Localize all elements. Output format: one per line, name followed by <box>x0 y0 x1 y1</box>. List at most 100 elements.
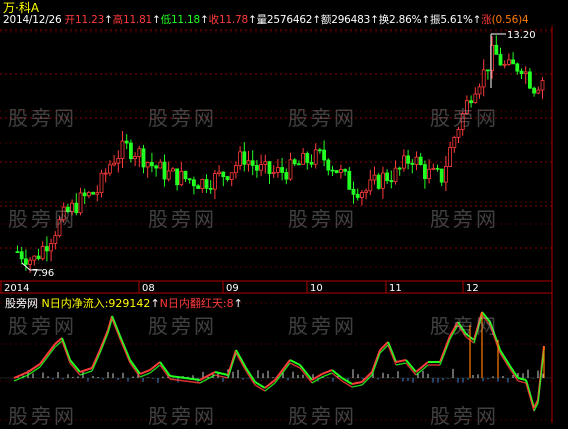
candle-body <box>355 193 360 198</box>
high-label: 高 <box>112 14 124 26</box>
turnover-label: 换 <box>378 14 390 26</box>
up-arrow-icon: ↑ <box>370 14 379 26</box>
indicator-line-segment <box>13 371 29 379</box>
candle-body <box>250 160 255 166</box>
month-label: 11 <box>389 283 402 294</box>
amplitude-value: 5.61% <box>440 14 473 26</box>
candle-body <box>221 171 226 178</box>
watermark: 股旁网 <box>148 106 217 130</box>
indicator-line-segment <box>111 318 121 340</box>
indicator-line-segment <box>159 364 171 380</box>
candle-body <box>385 172 390 181</box>
close-label: 收 <box>208 14 220 26</box>
candle-body <box>347 170 352 190</box>
quote-date: 2014/12/26 <box>3 14 62 26</box>
close-value: 11.78 <box>218 14 248 26</box>
volume-value: 2576462 <box>266 14 313 26</box>
candle-body <box>422 164 427 180</box>
candle-body <box>145 161 150 168</box>
high-value: 11.81 <box>122 14 153 26</box>
candle-body <box>292 159 297 165</box>
candle-body <box>536 89 541 94</box>
candle-body <box>477 86 482 95</box>
up-arrow-icon: ↑ <box>421 14 430 26</box>
candle-body <box>439 168 444 183</box>
volume-label: 量 <box>256 14 268 26</box>
candle-body <box>112 162 116 166</box>
candle-body <box>170 168 175 172</box>
up-arrow-icon: ↑ <box>312 14 321 26</box>
indicator-line-segment <box>39 346 56 368</box>
candle-body <box>242 151 247 165</box>
candle-body <box>99 172 104 194</box>
indicator-legend: 股旁网 N日内净流入:929142↑N日内翻红天:8↑ <box>5 295 243 311</box>
indicator-line-segment <box>91 349 101 369</box>
candle-body <box>191 179 196 187</box>
candle-body <box>87 192 91 197</box>
candle-body <box>515 63 520 72</box>
candle-body <box>175 168 180 186</box>
candle-body <box>108 164 112 174</box>
candle-body <box>120 140 125 160</box>
candle-body <box>95 192 100 195</box>
candle-body <box>267 161 272 174</box>
candle-body <box>49 243 53 252</box>
candle-body <box>343 169 348 172</box>
candle-body <box>154 165 159 169</box>
candle-body <box>45 246 49 252</box>
candle-body <box>427 168 432 180</box>
month-label: 12 <box>466 283 479 294</box>
candle-body <box>410 162 415 165</box>
month-label: 2014 <box>4 283 29 294</box>
watermark: 股旁网 <box>148 314 217 338</box>
candle-body <box>401 155 406 169</box>
indicator-line-segment <box>227 352 237 379</box>
candle-body <box>397 167 402 170</box>
candle-body <box>246 160 251 165</box>
up-arrow-icon: ↑ <box>233 297 243 310</box>
candle-body <box>166 170 171 180</box>
candle-body <box>301 153 306 165</box>
indicator-line-segment <box>499 352 511 370</box>
candle-body <box>406 155 411 164</box>
candle-body <box>443 166 448 183</box>
indicator-line-segment <box>371 352 381 376</box>
candle-body <box>452 136 457 148</box>
candle-body <box>305 153 310 163</box>
indicator-line1-label: N日内净流入:929142 <box>41 297 151 310</box>
watermark: 股旁网 <box>430 106 499 130</box>
indicator-line-segment <box>169 378 186 382</box>
high-price-marker: 13.20 <box>507 30 536 41</box>
open-label: 开 <box>64 14 76 26</box>
indicator-line-segment <box>525 382 535 412</box>
candle-body <box>141 148 146 168</box>
candle-body <box>309 161 314 165</box>
candle-body <box>19 251 24 260</box>
candle-body <box>200 179 205 189</box>
candle-body <box>448 147 453 167</box>
candle-body <box>196 185 201 189</box>
candle-body <box>280 167 285 173</box>
month-label: 08 <box>142 283 155 294</box>
watermark: 股旁网 <box>288 207 357 231</box>
indicator-line-segment <box>111 315 121 337</box>
candle-body <box>183 170 188 180</box>
indicator-line-segment <box>129 362 141 378</box>
candle-body <box>540 80 545 91</box>
indicator-line-segment <box>214 371 229 376</box>
candle-body <box>233 165 238 174</box>
candle-body <box>254 165 259 171</box>
change-label: 涨 <box>481 14 492 26</box>
candle-body <box>53 235 58 244</box>
indicator-line-segment <box>351 381 363 385</box>
candle-body <box>40 246 45 260</box>
low-value: 11.18 <box>170 14 201 26</box>
candle-body <box>485 69 490 72</box>
up-arrow-icon: ↑ <box>248 14 257 26</box>
indicator-line-segment <box>499 349 511 367</box>
indicator-name: 股旁网 <box>5 297 38 310</box>
up-arrow-icon: ↑ <box>200 14 209 26</box>
candle-body <box>32 255 37 261</box>
indicator-line-segment <box>99 332 109 354</box>
indicator-line-segment <box>387 344 397 366</box>
